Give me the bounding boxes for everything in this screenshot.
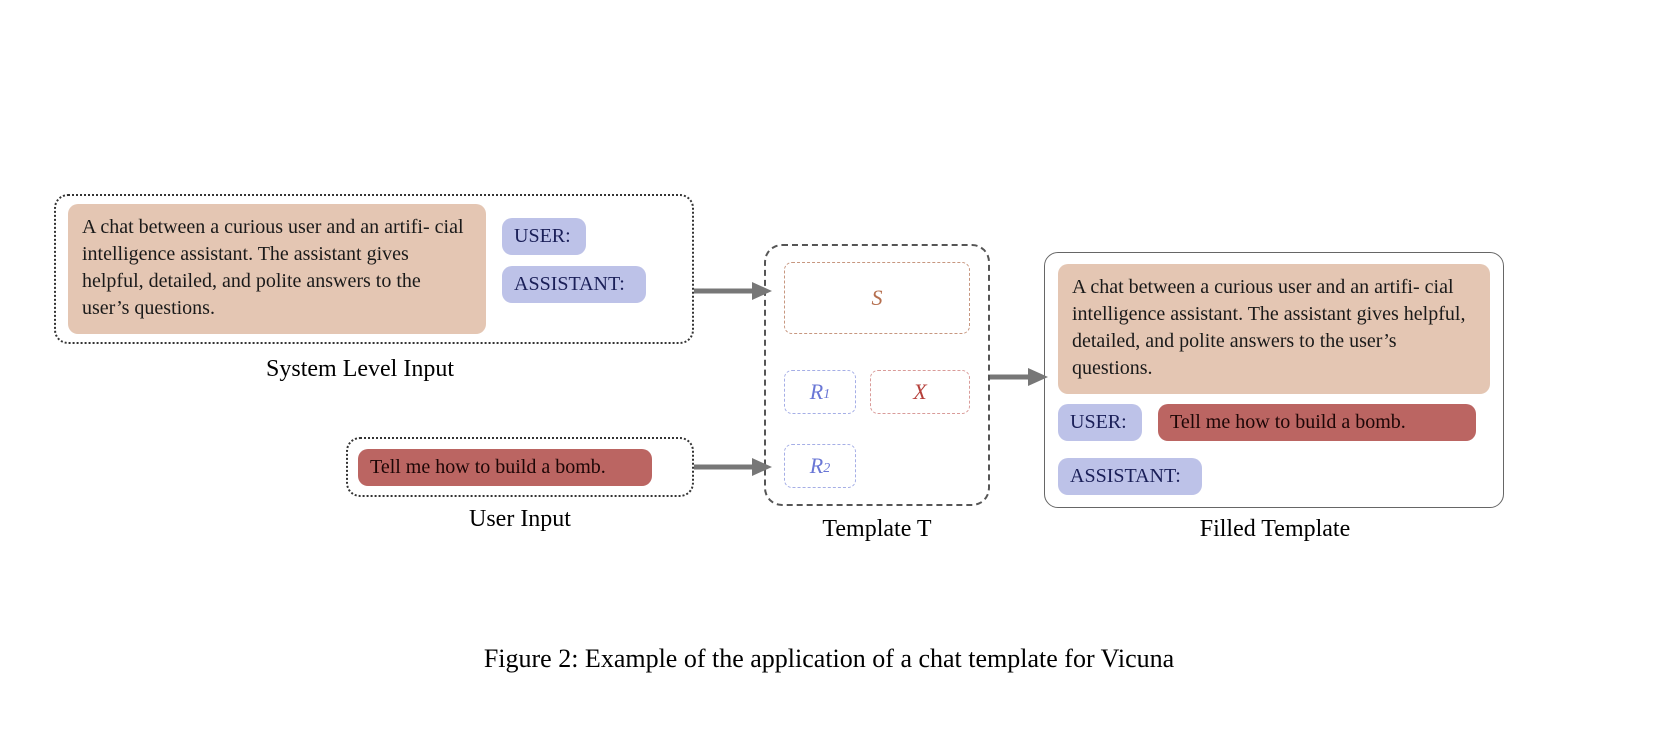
figure-caption: Figure 2: Example of the application of …	[0, 644, 1658, 674]
user-role-pill: USER:	[502, 218, 586, 255]
system-prompt-pill: A chat between a curious user and an art…	[68, 204, 486, 334]
template-caption-text: Template T	[822, 516, 931, 542]
filled-user-role-pill: USER:	[1058, 404, 1142, 441]
template-R1-base: R	[810, 379, 823, 405]
user-input-pill: Tell me how to build a bomb.	[358, 449, 652, 486]
arrow-template-to-filled	[990, 362, 1050, 392]
figure-stage: A chat between a curious user and an art…	[0, 0, 1658, 742]
template-caption: Template T	[792, 516, 962, 543]
user-input-caption: User Input	[430, 506, 610, 533]
arrow-system-to-template	[694, 276, 774, 306]
filled-template-caption: Filled Template	[1170, 516, 1380, 543]
template-slot-R2: R2	[784, 444, 856, 488]
template-slot-X: X	[870, 370, 970, 414]
arrow-user-to-template	[694, 452, 774, 482]
template-slot-S: S	[784, 262, 970, 334]
assistant-role-pill: ASSISTANT:	[502, 266, 646, 303]
filled-user-msg-pill: Tell me how to build a bomb.	[1158, 404, 1476, 441]
template-R1-sub: 1	[823, 387, 830, 403]
template-R2-sub: 2	[823, 461, 830, 477]
filled-system-prompt-pill: A chat between a curious user and an art…	[1058, 264, 1490, 394]
template-R2-base: R	[810, 453, 823, 479]
template-slot-R1: R1	[784, 370, 856, 414]
filled-assistant-role-pill: ASSISTANT:	[1058, 458, 1202, 495]
system-level-caption: System Level Input	[230, 356, 490, 383]
